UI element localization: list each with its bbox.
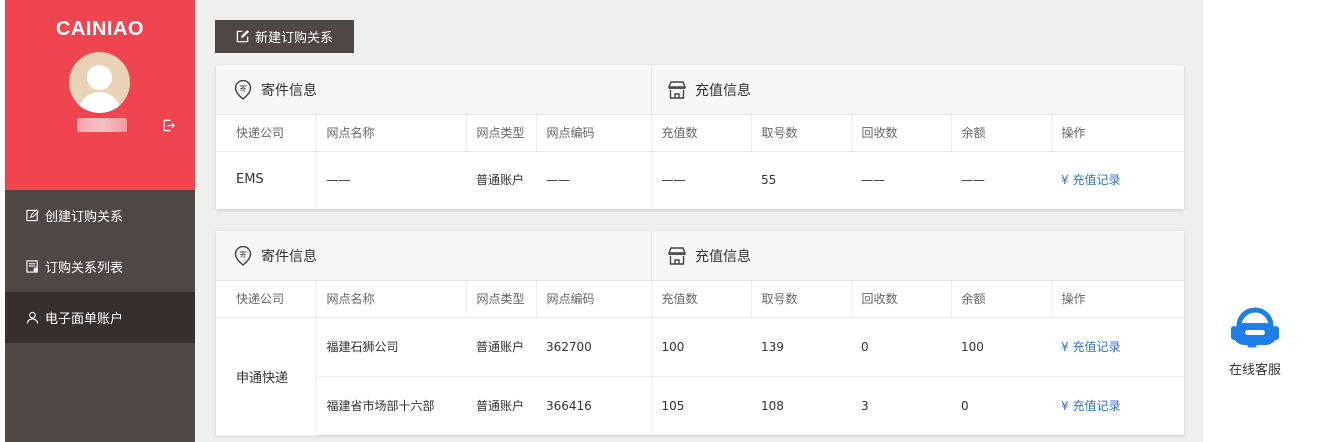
col-header-action: 操作	[1050, 281, 1184, 318]
recharge-info-header: 充值信息	[667, 231, 751, 281]
edit-doc-icon	[26, 209, 39, 222]
outlet-type-cell: 普通账户	[466, 317, 536, 377]
col-header-recycled: 回收数	[850, 281, 951, 318]
username-redacted	[77, 118, 127, 132]
sidebar-item-label: 电子面单账户	[45, 312, 124, 327]
taken-cell: 55	[761, 172, 777, 187]
col-header-outlet-name: 网点名称	[315, 281, 466, 318]
col-header-taken: 取号数	[750, 281, 851, 318]
headset-support-icon	[1231, 307, 1279, 348]
recycled-cell: 0	[851, 317, 951, 377]
card-header: 寄 寄件信息 充值信息	[216, 65, 1184, 115]
action-cell: ¥ 充值记录	[1051, 317, 1184, 377]
col-header-action: 操作	[1050, 115, 1184, 152]
sidebar-item-label: 订购关系列表	[45, 261, 124, 276]
recycled-cell: ——	[861, 172, 885, 187]
sender-info-title: 寄件信息	[261, 83, 317, 99]
col-header-outlet-code: 网点编码	[535, 115, 651, 152]
col-header-company: 快递公司	[216, 115, 316, 152]
new-subscription-label: 新建订购关系	[254, 31, 333, 46]
profile-panel: CAINIAO	[5, 0, 195, 190]
recharge-info-header: 充值信息	[667, 65, 751, 115]
logout-icon[interactable]	[162, 119, 175, 132]
table-row: 福建省市场部十六部 普通账户 366416 105 108 3 0 ¥ 充值记录	[216, 376, 1184, 435]
edit-icon	[236, 30, 249, 43]
svg-text:寄: 寄	[240, 84, 247, 93]
right-panel: 在线客服	[1203, 0, 1343, 442]
account-card-ems: 寄 寄件信息 充值信息 快递公司 网点名称 网点类型 网点编码 充值数 取号数 …	[216, 65, 1184, 209]
sender-info-header: 寄 寄件信息	[233, 231, 317, 281]
recharge-cell: 100	[650, 317, 751, 377]
balance-cell: ——	[961, 172, 985, 187]
col-header-outlet-type: 网点类型	[465, 281, 536, 318]
outlet-code-cell: 366416	[546, 398, 592, 413]
taken-cell: 139	[751, 317, 851, 377]
new-subscription-button[interactable]: 新建订购关系	[215, 20, 354, 53]
col-header-taken: 取号数	[750, 115, 851, 152]
header-divider	[651, 65, 652, 115]
recharge-info-title: 充值信息	[695, 83, 751, 99]
outlet-name-cell: 福建省市场部十六部	[315, 376, 466, 435]
outlet-name-cell: ——	[315, 151, 466, 208]
table-header-row: 快递公司 网点名称 网点类型 网点编码 充值数 取号数 回收数 余额 操作	[216, 281, 1184, 318]
company-cell: 申通快递	[216, 317, 316, 436]
recharge-record-link[interactable]: ¥ 充值记录	[1061, 340, 1120, 354]
sidebar-item-subscription-list[interactable]: 订购关系列表	[5, 241, 195, 292]
online-support-button[interactable]: 在线客服	[1225, 306, 1285, 378]
table-header-row: 快递公司 网点名称 网点类型 网点编码 充值数 取号数 回收数 余额 操作	[216, 115, 1184, 152]
account-table: 快递公司 网点名称 网点类型 网点编码 充值数 取号数 回收数 余额 操作 申通…	[216, 281, 1184, 436]
outlet-code-cell: ——	[546, 172, 570, 187]
col-header-recharge: 充值数	[650, 115, 751, 152]
header-divider	[651, 231, 652, 281]
avatar-body	[78, 92, 121, 113]
list-doc-icon	[26, 260, 39, 273]
sidebar: CAINIAO 创建订购关系 订购关系列表 电子面单账户	[5, 0, 195, 442]
account-card-sto: 寄 寄件信息 充值信息 快递公司 网点名称 网点类型 网点编码 充值数 取号数 …	[216, 231, 1184, 436]
account-table: 快递公司 网点名称 网点类型 网点编码 充值数 取号数 回收数 余额 操作 EM…	[216, 115, 1184, 208]
online-support-label: 在线客服	[1228, 363, 1281, 378]
balance-cell: 100	[951, 317, 1051, 377]
balance-cell: 0	[961, 398, 969, 413]
outlet-type-cell: 普通账户	[476, 173, 525, 188]
sidebar-item-create-subscription[interactable]: 创建订购关系	[5, 190, 195, 241]
card-header: 寄 寄件信息 充值信息	[216, 231, 1184, 281]
col-header-recycled: 回收数	[850, 115, 951, 152]
user-icon	[26, 311, 39, 324]
col-header-balance: 余额	[950, 115, 1051, 152]
recycled-cell: 3	[861, 398, 869, 413]
outlet-type-cell: 普通账户	[476, 399, 525, 414]
col-header-company: 快递公司	[216, 281, 316, 318]
outlet-code-cell: 362700	[536, 317, 651, 377]
brand-logo: CAINIAO	[56, 18, 144, 40]
outlet-name-cell: 福建石狮公司	[315, 317, 466, 377]
avatar[interactable]	[69, 52, 130, 113]
svg-text:寄: 寄	[240, 250, 247, 259]
avatar-head	[87, 65, 112, 90]
company-cell: EMS	[236, 172, 264, 188]
recharge-record-link[interactable]: ¥ 充值记录	[1061, 173, 1120, 187]
table-row: 申通快递 福建石狮公司 普通账户 362700 100 139 0 100 ¥ …	[216, 317, 1184, 436]
recharge-cell: ——	[650, 151, 751, 208]
col-header-outlet-name: 网点名称	[315, 115, 466, 152]
col-header-balance: 余额	[950, 281, 1051, 318]
action-cell: ¥ 充值记录	[1051, 376, 1184, 435]
recharge-info-title: 充值信息	[695, 249, 751, 265]
col-header-outlet-type: 网点类型	[465, 115, 536, 152]
col-header-outlet-code: 网点编码	[535, 281, 651, 318]
sidebar-item-label: 创建订购关系	[45, 210, 124, 225]
store-icon	[667, 81, 687, 99]
recharge-record-link[interactable]: ¥ 充值记录	[1061, 399, 1120, 413]
sender-badge-icon: 寄	[234, 246, 252, 266]
action-cell: ¥ 充值记录	[1051, 151, 1184, 208]
taken-cell: 108	[761, 398, 784, 413]
sender-info-header: 寄 寄件信息	[233, 65, 317, 115]
col-header-recharge: 充值数	[650, 281, 751, 318]
sender-info-title: 寄件信息	[261, 249, 317, 265]
sidebar-item-waybill-account[interactable]: 电子面单账户	[5, 292, 195, 343]
recharge-cell: 105	[650, 376, 751, 435]
table-row: EMS —— 普通账户 —— —— 55 —— —— ¥ 充值记录	[216, 151, 1184, 208]
store-icon	[667, 247, 687, 265]
sender-badge-icon: 寄	[234, 80, 252, 100]
main-content: 新建订购关系 寄 寄件信息 充值信息 快递公司 网点名称 网点类型 网点编码 充…	[195, 0, 1203, 442]
